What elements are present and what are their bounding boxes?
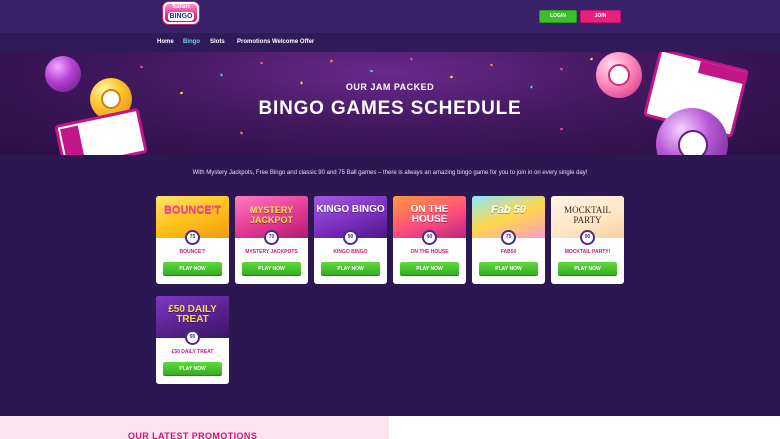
game-artwork-title: Fab 50 [491,204,526,216]
ball-type-badge: 90 [185,330,200,345]
nav-item-home[interactable]: Home [157,39,174,45]
game-artwork-title: MOCKTAIL PARTY [564,205,611,225]
confetti-piece [139,65,144,69]
confetti-piece [489,63,494,67]
game-artwork-title: KINGO BINGO [316,204,385,215]
ticket-header [60,125,86,155]
game-card-mystery-jackpots[interactable]: MYSTERY JACKPOT 70 MYSTERY JACKPOTS PLAY… [235,196,308,284]
join-button[interactable]: JOIN [580,10,621,23]
promotions-title: OUR LATEST PROMOTIONS [128,431,258,439]
confetti-piece [559,127,564,131]
game-name: £50 DAILY TREAT [171,349,214,355]
safari-bingo-logo[interactable]: Safari BINGO [163,2,199,24]
logo-bottom-text: BINGO [168,12,194,21]
game-card-50-daily-treat[interactable]: £50 DAILY TREAT 90 £50 DAILY TREAT PLAY … [156,296,229,384]
confetti-piece [369,69,374,73]
play-now-button[interactable]: PLAY NOW [400,262,459,276]
login-button[interactable]: LOGIN [539,10,577,23]
nav-item-welcome-offer[interactable]: Welcome Offer [272,39,314,45]
intro-text: With Mystery Jackpots, Free Bingo and cl… [192,170,588,176]
ball-type-badge: 75 [501,230,516,245]
confetti-piece [409,57,414,61]
confetti-piece [329,59,334,63]
confetti-piece [219,73,224,77]
game-artwork-title: £50 DAILY TREAT [168,304,217,325]
confetti-piece [449,75,454,79]
ball-type-badge: 90 [343,230,358,245]
nav-item-slots[interactable]: Slots [210,39,225,45]
game-artwork-title: BOUNCE'T [163,204,221,216]
hero-banner: OUR JAM PACKED BINGO GAMES SCHEDULE [0,52,780,155]
ball-type-badge: 90 [422,230,437,245]
game-name: KINGO BINGO [333,249,368,255]
game-card-fab50[interactable]: Fab 50 75 FAB50 PLAY NOW [472,196,545,284]
nav-item-promotions[interactable]: Promotions [237,39,270,45]
game-name: MYSTERY JACKPOTS [245,249,298,255]
game-name: ON THE HOUSE [410,249,449,255]
ball-type-badge: 90 [580,230,595,245]
confetti-piece [239,131,244,135]
game-artwork-title: ON THE HOUSE [410,204,449,225]
ball-type-badge: 75 [185,230,200,245]
game-card-mocktail-party[interactable]: MOCKTAIL PARTY 90 MOCKTAIL PARTY! PLAY N… [551,196,624,284]
confetti-piece [559,67,564,71]
confetti-piece [259,61,264,65]
promotions-section: OUR LATEST PROMOTIONS [0,416,780,439]
play-now-button[interactable]: PLAY NOW [479,262,538,276]
confetti-piece [589,57,594,61]
play-now-button[interactable]: PLAY NOW [163,362,222,376]
play-now-button[interactable]: PLAY NOW [242,262,301,276]
hero-title: BINGO GAMES SCHEDULE [258,98,522,119]
game-artwork-title: MYSTERY JACKPOT [249,205,294,225]
play-now-button[interactable]: PLAY NOW [321,262,380,276]
game-name: MOCKTAIL PARTY! [564,249,611,255]
ticket-header [697,61,748,85]
ball-number-disc [678,130,708,155]
play-now-button[interactable]: PLAY NOW [558,262,617,276]
game-name: FAB50 [500,249,517,255]
logo-top-text: Safari [172,4,190,10]
game-card-on-the-house[interactable]: ON THE HOUSE 90 ON THE HOUSE PLAY NOW [393,196,466,284]
top-header-bar: Safari BINGO LOGIN JOIN [0,0,780,33]
game-card-bounceit[interactable]: BOUNCE'T 75 BOUNCE'T PLAY NOW [156,196,229,284]
nav-item-bingo[interactable]: Bingo [183,39,200,45]
play-now-button[interactable]: PLAY NOW [163,262,222,276]
game-card-kingo-bingo[interactable]: KINGO BINGO 90 KINGO BINGO PLAY NOW [314,196,387,284]
hero-kicker: OUR JAM PACKED [345,82,435,92]
main-navigation: Home Bingo Slots Promotions Welcome Offe… [0,33,780,52]
ball-type-badge: 70 [264,230,279,245]
game-name: BOUNCE'T [179,249,206,255]
